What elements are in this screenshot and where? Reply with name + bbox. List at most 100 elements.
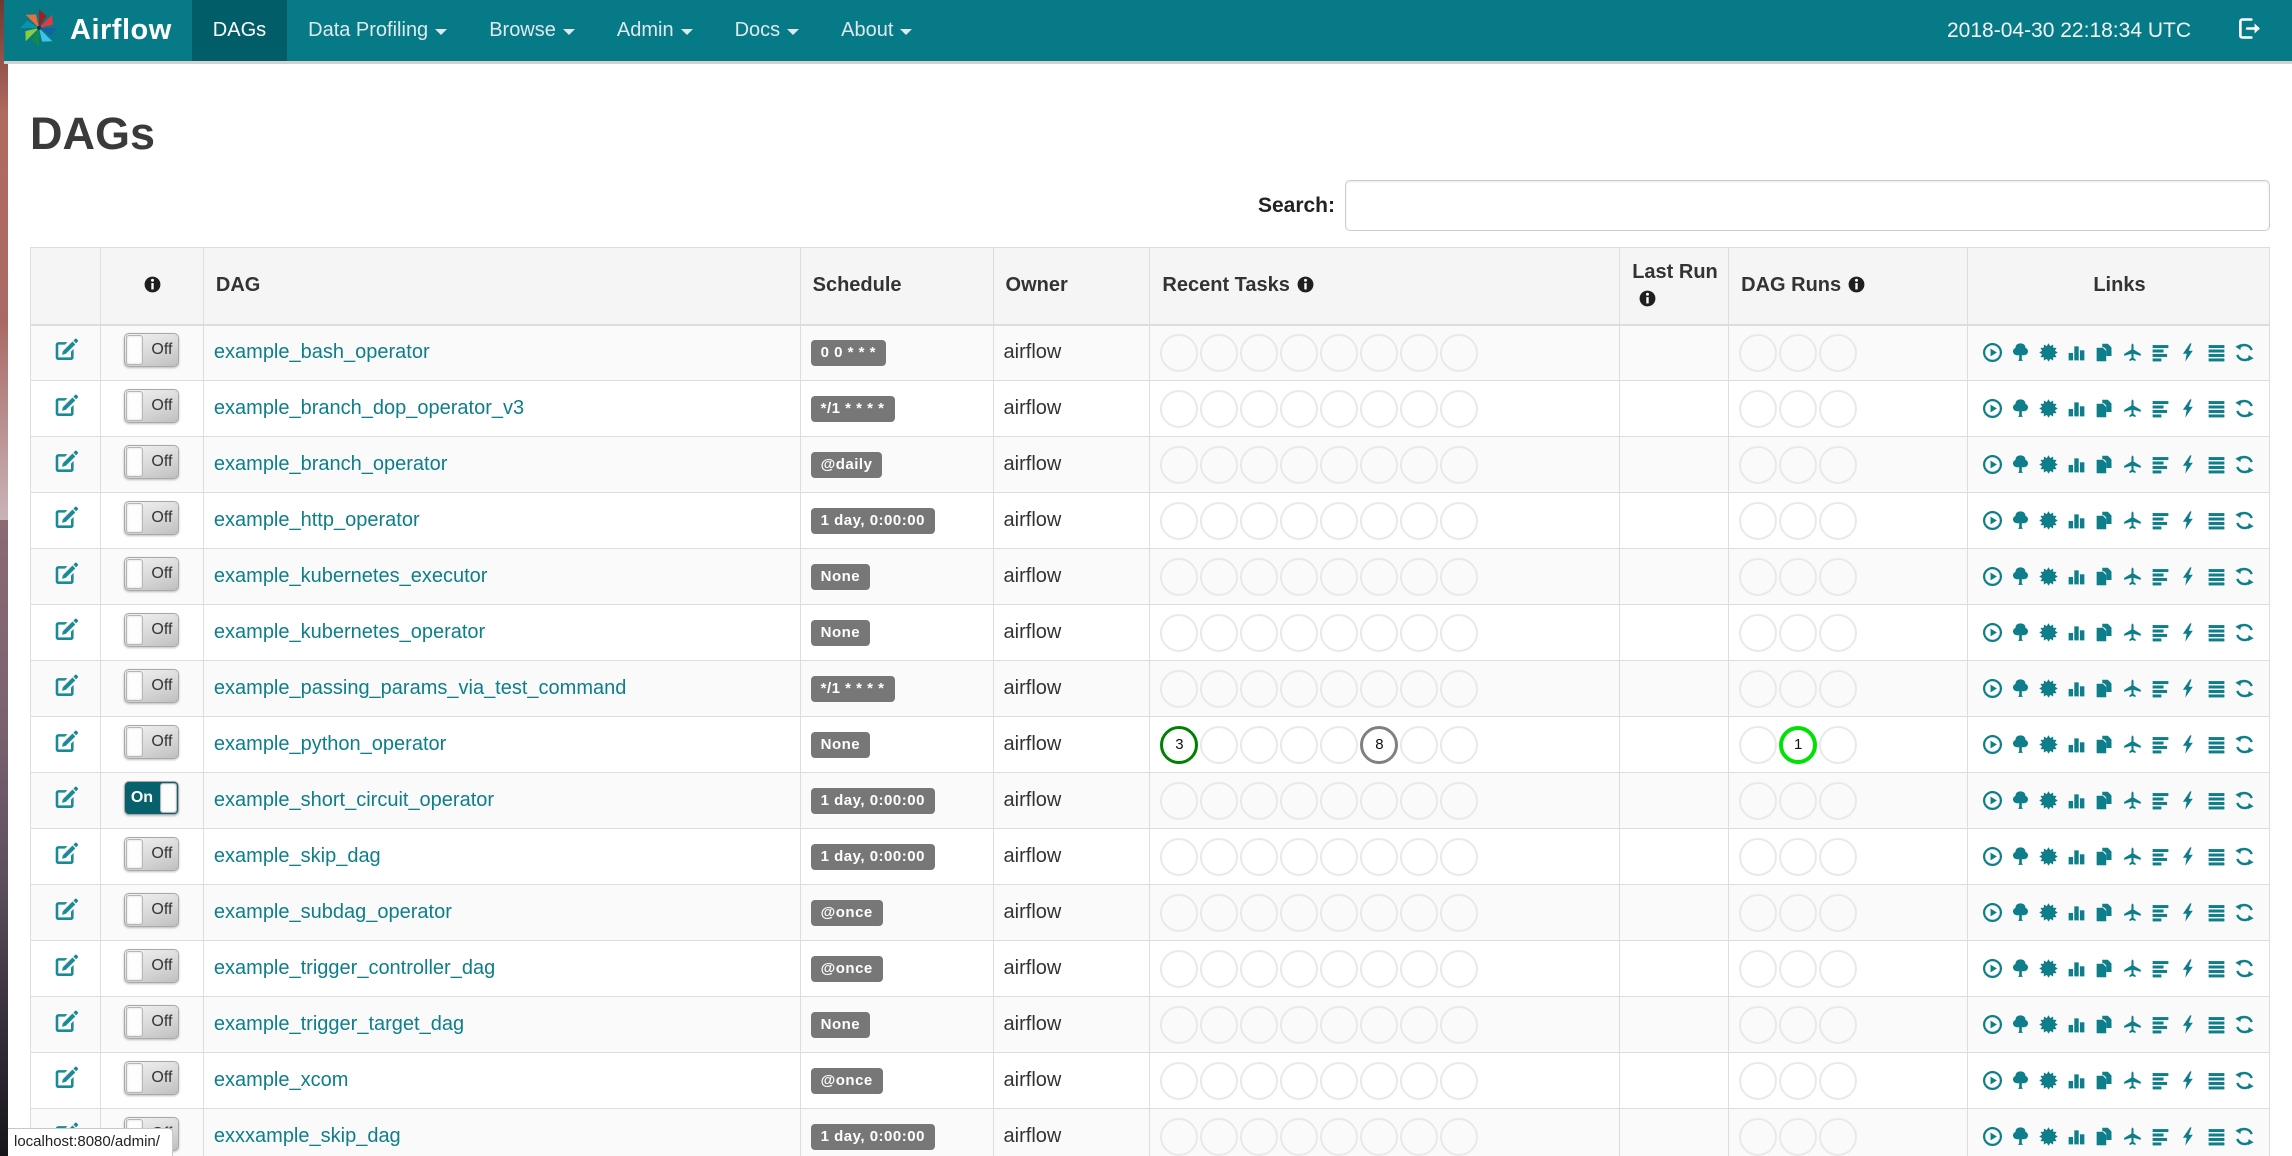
gantt-view-icon[interactable] bbox=[2150, 342, 2171, 363]
graph-view-icon[interactable] bbox=[2038, 846, 2059, 867]
dag-details-icon[interactable] bbox=[2206, 398, 2227, 419]
trigger-dag-icon[interactable] bbox=[1982, 622, 2003, 643]
tree-view-icon[interactable] bbox=[2010, 510, 2031, 531]
tree-view-icon[interactable] bbox=[2010, 342, 2031, 363]
task-tries-icon[interactable] bbox=[2094, 566, 2115, 587]
trigger-dag-icon[interactable] bbox=[1982, 902, 2003, 923]
code-view-icon[interactable] bbox=[2178, 566, 2199, 587]
logout-button[interactable] bbox=[2235, 0, 2292, 61]
graph-view-icon[interactable] bbox=[2038, 678, 2059, 699]
trigger-dag-icon[interactable] bbox=[1982, 678, 2003, 699]
task-duration-icon[interactable] bbox=[2066, 958, 2087, 979]
refresh-icon[interactable] bbox=[2234, 678, 2255, 699]
dag-pause-toggle-off[interactable]: Off bbox=[124, 892, 180, 927]
dag-pause-toggle-off[interactable]: Off bbox=[124, 444, 180, 479]
edit-dag-pencil-icon[interactable] bbox=[52, 896, 79, 923]
gantt-view-icon[interactable] bbox=[2150, 398, 2171, 419]
refresh-icon[interactable] bbox=[2234, 846, 2255, 867]
trigger-dag-icon[interactable] bbox=[1982, 790, 2003, 811]
edit-dag-pencil-icon[interactable] bbox=[52, 1064, 79, 1091]
code-view-icon[interactable] bbox=[2178, 734, 2199, 755]
task-tries-icon[interactable] bbox=[2094, 790, 2115, 811]
airflow-brand[interactable]: Airflow bbox=[4, 0, 192, 61]
task-tries-icon[interactable] bbox=[2094, 510, 2115, 531]
refresh-icon[interactable] bbox=[2234, 734, 2255, 755]
dag-link[interactable]: example_kubernetes_operator bbox=[214, 621, 485, 643]
code-view-icon[interactable] bbox=[2178, 510, 2199, 531]
landing-times-icon[interactable] bbox=[2122, 342, 2143, 363]
code-view-icon[interactable] bbox=[2178, 958, 2199, 979]
dag-pause-toggle-off[interactable]: Off bbox=[124, 668, 180, 703]
edit-dag-pencil-icon[interactable] bbox=[52, 952, 79, 979]
dag-details-icon[interactable] bbox=[2206, 790, 2227, 811]
edit-dag-pencil-icon[interactable] bbox=[52, 392, 79, 419]
graph-view-icon[interactable] bbox=[2038, 566, 2059, 587]
graph-view-icon[interactable] bbox=[2038, 1126, 2059, 1147]
nav-item-admin[interactable]: Admin bbox=[596, 0, 714, 61]
dag-link[interactable]: example_xcom bbox=[214, 1069, 349, 1091]
gantt-view-icon[interactable] bbox=[2150, 454, 2171, 475]
dag-link[interactable]: example_trigger_target_dag bbox=[214, 1013, 464, 1035]
edit-dag-pencil-icon[interactable] bbox=[52, 672, 79, 699]
tree-view-icon[interactable] bbox=[2010, 566, 2031, 587]
edit-dag-pencil-icon[interactable] bbox=[52, 840, 79, 867]
refresh-icon[interactable] bbox=[2234, 790, 2255, 811]
code-view-icon[interactable] bbox=[2178, 454, 2199, 475]
gantt-view-icon[interactable] bbox=[2150, 1126, 2171, 1147]
refresh-icon[interactable] bbox=[2234, 622, 2255, 643]
task-duration-icon[interactable] bbox=[2066, 510, 2087, 531]
task-duration-icon[interactable] bbox=[2066, 398, 2087, 419]
dag-link[interactable]: example_python_operator bbox=[214, 733, 446, 755]
task-duration-icon[interactable] bbox=[2066, 342, 2087, 363]
gantt-view-icon[interactable] bbox=[2150, 510, 2171, 531]
landing-times-icon[interactable] bbox=[2122, 566, 2143, 587]
task-duration-icon[interactable] bbox=[2066, 846, 2087, 867]
task-duration-icon[interactable] bbox=[2066, 1070, 2087, 1091]
refresh-icon[interactable] bbox=[2234, 902, 2255, 923]
dag-details-icon[interactable] bbox=[2206, 510, 2227, 531]
trigger-dag-icon[interactable] bbox=[1982, 846, 2003, 867]
task-tries-icon[interactable] bbox=[2094, 734, 2115, 755]
trigger-dag-icon[interactable] bbox=[1982, 1070, 2003, 1091]
tree-view-icon[interactable] bbox=[2010, 398, 2031, 419]
refresh-icon[interactable] bbox=[2234, 1014, 2255, 1035]
tree-view-icon[interactable] bbox=[2010, 1070, 2031, 1091]
gantt-view-icon[interactable] bbox=[2150, 1014, 2171, 1035]
gantt-view-icon[interactable] bbox=[2150, 790, 2171, 811]
task-tries-icon[interactable] bbox=[2094, 1070, 2115, 1091]
trigger-dag-icon[interactable] bbox=[1982, 1014, 2003, 1035]
dag-pause-toggle-off[interactable]: Off bbox=[124, 556, 180, 591]
dag-link[interactable]: example_short_circuit_operator bbox=[214, 789, 494, 811]
edit-dag-pencil-icon[interactable] bbox=[52, 1008, 79, 1035]
landing-times-icon[interactable] bbox=[2122, 398, 2143, 419]
landing-times-icon[interactable] bbox=[2122, 1070, 2143, 1091]
dag-details-icon[interactable] bbox=[2206, 1014, 2227, 1035]
edit-dag-pencil-icon[interactable] bbox=[52, 784, 79, 811]
landing-times-icon[interactable] bbox=[2122, 846, 2143, 867]
task-tries-icon[interactable] bbox=[2094, 622, 2115, 643]
graph-view-icon[interactable] bbox=[2038, 510, 2059, 531]
dag-details-icon[interactable] bbox=[2206, 342, 2227, 363]
nav-item-data-profiling[interactable]: Data Profiling bbox=[287, 0, 468, 61]
landing-times-icon[interactable] bbox=[2122, 678, 2143, 699]
code-view-icon[interactable] bbox=[2178, 342, 2199, 363]
dag-details-icon[interactable] bbox=[2206, 902, 2227, 923]
task-tries-icon[interactable] bbox=[2094, 454, 2115, 475]
dag-details-icon[interactable] bbox=[2206, 846, 2227, 867]
gantt-view-icon[interactable] bbox=[2150, 622, 2171, 643]
refresh-icon[interactable] bbox=[2234, 1070, 2255, 1091]
task-tries-icon[interactable] bbox=[2094, 1126, 2115, 1147]
trigger-dag-icon[interactable] bbox=[1982, 398, 2003, 419]
trigger-dag-icon[interactable] bbox=[1982, 958, 2003, 979]
refresh-icon[interactable] bbox=[2234, 510, 2255, 531]
task-duration-icon[interactable] bbox=[2066, 790, 2087, 811]
refresh-icon[interactable] bbox=[2234, 1126, 2255, 1147]
task-tries-icon[interactable] bbox=[2094, 398, 2115, 419]
dag-details-icon[interactable] bbox=[2206, 1070, 2227, 1091]
code-view-icon[interactable] bbox=[2178, 398, 2199, 419]
task-tries-icon[interactable] bbox=[2094, 342, 2115, 363]
edit-dag-pencil-icon[interactable] bbox=[52, 560, 79, 587]
dag-link[interactable]: example_branch_dop_operator_v3 bbox=[214, 397, 524, 419]
graph-view-icon[interactable] bbox=[2038, 1014, 2059, 1035]
tree-view-icon[interactable] bbox=[2010, 678, 2031, 699]
